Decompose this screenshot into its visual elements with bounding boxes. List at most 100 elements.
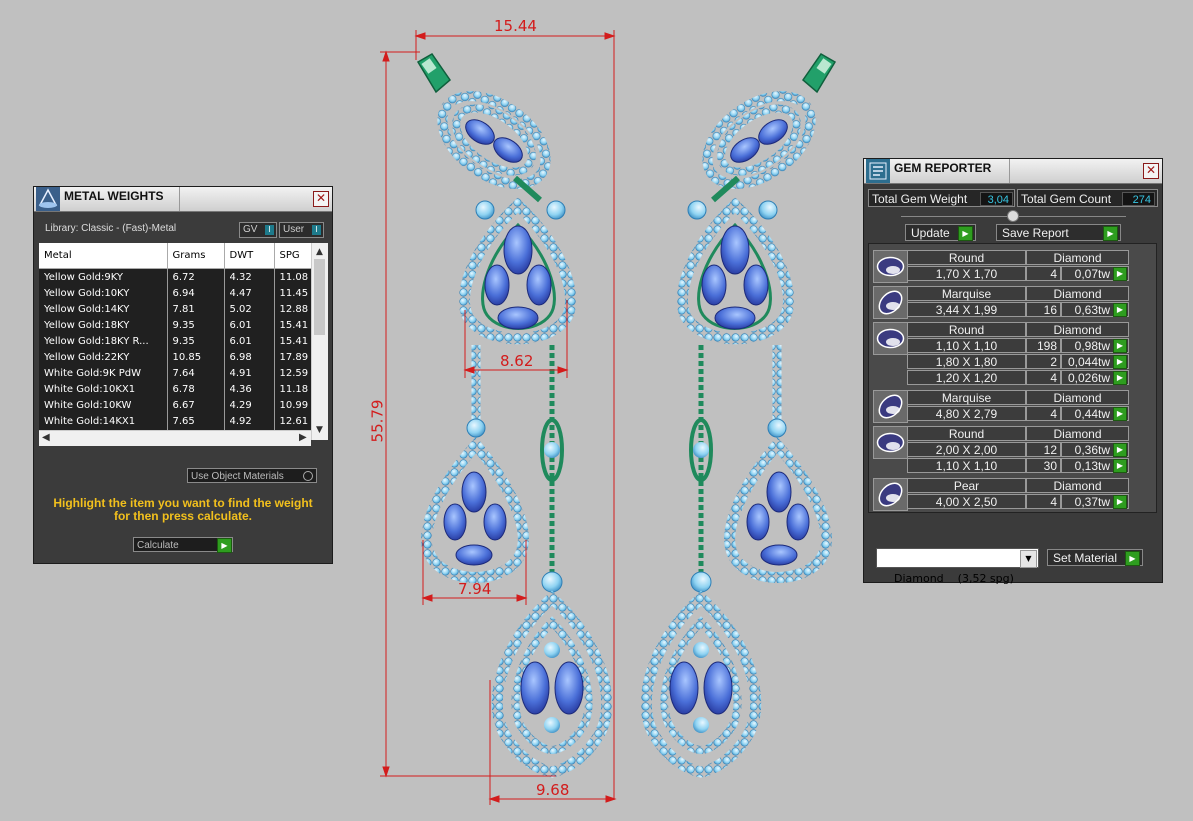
gem-reporter-close-button[interactable]: ✕ <box>1143 163 1159 179</box>
gem-count-text: 12 <box>1043 443 1057 457</box>
total-gem-weight-value: 3,04 <box>980 192 1013 206</box>
gem-weight-text: 0,13tw <box>1074 459 1110 473</box>
save-report-button[interactable]: Save Report ▶ <box>996 224 1121 241</box>
save-report-label: Save Report <box>1002 226 1069 240</box>
gem-size: 1,10 X 1,10 <box>907 458 1026 473</box>
table-horizontal-scrollbar[interactable]: ◀ ▶ <box>39 430 311 446</box>
metal-weights-close-button[interactable]: ✕ <box>313 191 329 207</box>
marquise-gem-icon <box>873 390 908 423</box>
gem-material-text: Diamond <box>1053 251 1102 265</box>
gem-reporter-panel: GEM REPORTER ✕ Total Gem Weight 3,04 Tot… <box>863 158 1163 585</box>
table-row[interactable]: Yellow Gold:18KY 9.35 6.01 15.41 <box>39 317 327 333</box>
scroll-up-icon[interactable]: ▲ <box>316 247 323 257</box>
cell-dwt: 4.36 <box>224 381 275 397</box>
gem-size: 1,10 X 1,10 <box>907 338 1026 353</box>
cell-dwt: 6.01 <box>224 317 275 333</box>
table-row[interactable]: Yellow Gold:22KY 10.85 6.98 17.89 <box>39 349 327 365</box>
gem-count-text: 16 <box>1043 303 1057 317</box>
material-select[interactable]: Diamond (3,52 spg) ▼ <box>876 548 1039 585</box>
metal-weights-table[interactable]: Metal Grams DWT SPG Yellow Gold:9KY 6.72 4… <box>39 243 327 430</box>
gem-material-text: Diamond <box>1053 287 1102 301</box>
left-earring[interactable] <box>418 54 607 772</box>
cell-metal: Yellow Gold:18KY <box>39 317 168 333</box>
gv-toggle[interactable]: GV I <box>239 222 277 238</box>
gem-weight-text: 0,026tw <box>1067 371 1110 385</box>
metal-weights-panel: METAL WEIGHTS ✕ Library: Classic - (Fast… <box>33 186 333 564</box>
gem-material-text: Diamond <box>1053 323 1102 337</box>
cell-dwt: 6.01 <box>224 333 275 349</box>
dimension-mid-width: 8.62 <box>500 352 534 370</box>
table-vertical-scrollbar[interactable]: ▲ ▼ <box>311 243 328 440</box>
use-object-materials-toggle[interactable]: Use Object Materials <box>187 468 317 483</box>
gem-weight-text: 0,44tw <box>1074 407 1110 421</box>
table-row[interactable]: Yellow Gold:10KY 6.94 4.47 11.45 <box>39 285 327 301</box>
gem-size-text: 1,10 X 1,10 <box>935 339 998 353</box>
gem-count: 198 <box>1026 338 1061 353</box>
play-icon: ▶ <box>1103 226 1118 241</box>
gem-shape-text: Marquise <box>941 287 992 301</box>
set-material-button[interactable]: Set Material ▶ <box>1047 549 1143 566</box>
select-gems-icon[interactable]: ▶ <box>1113 443 1127 457</box>
select-gems-icon[interactable]: ▶ <box>1113 355 1127 369</box>
gem-reporter-titlebar[interactable]: GEM REPORTER ✕ <box>864 159 1162 184</box>
select-gems-icon[interactable]: ▶ <box>1113 371 1127 385</box>
gem-count: 12 <box>1026 442 1061 457</box>
calculate-button[interactable]: Calculate ▶ <box>133 537 233 553</box>
scroll-thumb[interactable] <box>314 259 325 335</box>
cell-grams: 6.72 <box>167 268 225 285</box>
play-icon: ▶ <box>958 226 973 241</box>
gem-count-text: 4 <box>1050 495 1057 509</box>
gem-size: 1,20 X 1,20 <box>907 370 1026 385</box>
table-row[interactable]: White Gold:14KX1 7.65 4.92 12.61 <box>39 413 327 429</box>
dimension-bottom-width: 9.68 <box>536 781 570 799</box>
gem-material: Diamond <box>1026 250 1129 265</box>
user-toggle[interactable]: User I <box>279 222 324 238</box>
gem-weight: 0,63tw ▶ <box>1061 302 1129 317</box>
table-row[interactable]: White Gold:9K PdW 7.64 4.91 12.59 <box>39 365 327 381</box>
gv-toggle-label: GV <box>243 224 258 235</box>
gem-shape-text: Pear <box>953 479 980 493</box>
cell-dwt: 6.98 <box>224 349 275 365</box>
table-row[interactable]: Yellow Gold:18KY R... 9.35 6.01 15.41 <box>39 333 327 349</box>
select-gems-icon[interactable]: ▶ <box>1113 459 1127 473</box>
dimension-drop-width: 7.94 <box>458 580 492 598</box>
update-button[interactable]: Update ▶ <box>905 224 976 241</box>
chevron-down-icon[interactable]: ▼ <box>1020 550 1037 568</box>
table-row[interactable]: White Gold:10KW 6.67 4.29 10.99 <box>39 397 327 413</box>
table-row[interactable]: Yellow Gold:14KY 7.81 5.02 12.88 <box>39 301 327 317</box>
gem-weight-text: 0,07tw <box>1074 267 1110 281</box>
scroll-down-icon[interactable]: ▼ <box>316 425 323 435</box>
column-header-grams[interactable]: Grams <box>167 243 225 269</box>
gem-groups-list[interactable]: Round Diamond 1,70 X 1,70 4 0,07tw ▶ Marquise D… <box>868 243 1157 513</box>
scroll-right-icon[interactable]: ▶ <box>299 432 307 443</box>
cell-grams: 6.78 <box>167 381 225 397</box>
gem-weight: 0,026tw ▶ <box>1061 370 1129 385</box>
select-gems-icon[interactable]: ▶ <box>1113 495 1127 509</box>
select-gems-icon[interactable]: ▶ <box>1113 303 1127 317</box>
collapse-handle-icon[interactable] <box>1007 210 1019 222</box>
select-gems-icon[interactable]: ▶ <box>1113 339 1127 353</box>
select-gems-icon[interactable]: ▶ <box>1113 267 1127 281</box>
metal-weights-titlebar[interactable]: METAL WEIGHTS ✕ <box>34 187 332 212</box>
table-row[interactable]: Yellow Gold:9KY 6.72 4.32 11.08 <box>39 268 327 285</box>
select-gems-icon[interactable]: ▶ <box>1113 407 1127 421</box>
gem-shape: Marquise <box>907 390 1026 405</box>
right-earring[interactable] <box>646 54 835 772</box>
gem-count-text: 4 <box>1050 267 1057 281</box>
gem-shape-text: Marquise <box>941 391 992 405</box>
cell-dwt: 4.92 <box>224 413 275 429</box>
table-row[interactable]: White Gold:10KX1 6.78 4.36 11.18 <box>39 381 327 397</box>
scroll-left-icon[interactable]: ◀ <box>42 432 50 443</box>
gem-shape: Round <box>907 426 1026 441</box>
total-gem-weight-field: Total Gem Weight 3,04 <box>868 189 1015 207</box>
gem-size-text: 4,00 X 2,50 <box>935 495 998 509</box>
gem-material-text: Diamond <box>1053 427 1102 441</box>
gem-shape-text: Round <box>948 251 985 265</box>
gem-count: 4 <box>1026 370 1061 385</box>
column-header-metal[interactable]: Metal <box>39 243 168 269</box>
gem-weight: 0,37tw ▶ <box>1061 494 1129 509</box>
total-gem-count-field: Total Gem Count 274 <box>1017 189 1158 207</box>
column-header-dwt[interactable]: DWT <box>224 243 275 269</box>
radio-icon <box>303 471 313 481</box>
gv-toggle-mark: I <box>265 225 274 235</box>
